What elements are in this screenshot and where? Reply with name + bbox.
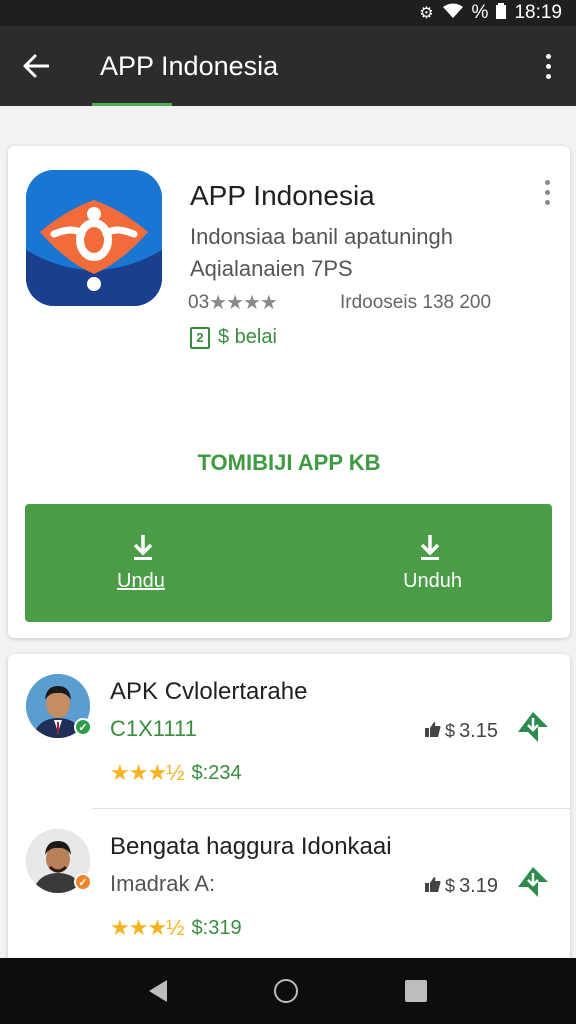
- download-arrow-icon: [131, 534, 155, 564]
- install-tag-icon[interactable]: [516, 710, 550, 744]
- related-apps-card: ✓ APK Cvlolertarahe C1X1111 ★★★½ $:234 $…: [8, 654, 570, 964]
- install-tag-icon[interactable]: [516, 865, 550, 899]
- price-text: $ belai: [218, 326, 277, 348]
- list-item-subtitle: Imadrak A:: [110, 871, 216, 896]
- list-item-meta-value: 3.15: [459, 720, 498, 742]
- nav-recents-icon: [404, 980, 427, 1002]
- list-item-price: $:234: [191, 761, 242, 784]
- download-count: Irdooseis 138 200: [340, 292, 492, 313]
- clock: 18:19: [514, 2, 562, 23]
- download-button-right[interactable]: Unduh: [290, 504, 553, 622]
- install-button[interactable]: Undu Unduh: [25, 504, 552, 622]
- list-item-title: APK Cvlolertarahe: [110, 678, 308, 705]
- price-badge-icon: 2: [190, 326, 210, 349]
- download-label-right: Unduh: [403, 569, 462, 592]
- nav-home-icon: [273, 979, 298, 1003]
- list-item-rating: ★★★½ $:234: [110, 760, 242, 786]
- rating-stars-icon: ★★★★: [209, 292, 278, 314]
- nav-back-icon: [149, 980, 168, 1002]
- app-rating: 03 ★★★★: [188, 290, 278, 315]
- app-size-label: TOMIBIJI APP KB: [197, 450, 381, 475]
- list-item-meta: $ 3.19: [425, 875, 498, 898]
- rating-stars-icon: ★★★½: [110, 760, 185, 785]
- verified-badge-icon: ✓: [74, 873, 92, 891]
- list-item-title: Bengata haggura Idonkaai: [110, 833, 392, 860]
- thumb-up-icon: [425, 721, 441, 742]
- app-description-line-1: Indonsiaa banil apatuningh: [190, 224, 454, 249]
- app-bar: APP Indonesia: [0, 26, 576, 106]
- system-nav-bar: [0, 958, 576, 1024]
- rating-text: 03: [188, 291, 210, 313]
- overflow-menu-button[interactable]: [520, 26, 576, 106]
- dollar-icon: $: [445, 876, 456, 896]
- back-arrow-icon: [23, 54, 49, 78]
- list-item-meta: $ 3.15: [425, 720, 498, 743]
- status-bar: ⚙ % 18:19: [0, 0, 576, 26]
- app-bar-title: APP Indonesia: [100, 50, 279, 81]
- app-description-line-2: Aqialanaien 7PS: [190, 256, 353, 281]
- list-item-subtitle: C1X1111: [110, 716, 197, 741]
- app-name: APP Indonesia: [190, 180, 375, 211]
- list-item-rating: ★★★½ $:319: [110, 915, 242, 941]
- nav-home-button[interactable]: [273, 979, 298, 1003]
- battery-percent: %: [471, 2, 489, 23]
- more-vert-icon: [545, 180, 550, 205]
- back-button[interactable]: [0, 26, 72, 106]
- app-icon[interactable]: [26, 170, 162, 306]
- nav-back-button[interactable]: [149, 980, 168, 1002]
- list-item[interactable]: ✓ Bengata haggura Idonkaai Imadrak A: ★★…: [8, 809, 570, 959]
- download-button-left[interactable]: Undu: [25, 504, 290, 622]
- download-label-left: Undu: [117, 569, 165, 592]
- more-vert-icon: [545, 53, 551, 79]
- verified-badge-icon: ✓: [74, 718, 92, 736]
- thumb-up-icon: [425, 876, 441, 897]
- price-row: 2 $ belai: [190, 326, 277, 349]
- nav-recents-button[interactable]: [404, 980, 427, 1002]
- notification-icon: ⚙: [419, 5, 434, 22]
- dollar-icon: $: [445, 721, 456, 741]
- list-item[interactable]: ✓ APK Cvlolertarahe C1X1111 ★★★½ $:234 $…: [8, 654, 570, 804]
- avatar: ✓: [26, 674, 92, 738]
- app-detail-card: APP Indonesia Indonsiaa banil apatuningh…: [8, 146, 570, 638]
- list-item-price: $:319: [191, 916, 242, 939]
- battery-icon: [496, 2, 507, 24]
- list-item-meta-value: 3.19: [459, 875, 498, 897]
- avatar: ✓: [26, 829, 92, 893]
- rating-stars-icon: ★★★½: [110, 915, 185, 940]
- download-arrow-icon: [418, 534, 442, 564]
- card-overflow-button[interactable]: [545, 180, 550, 205]
- app-bar-accent-line: [92, 103, 172, 106]
- wifi-icon: [442, 3, 464, 24]
